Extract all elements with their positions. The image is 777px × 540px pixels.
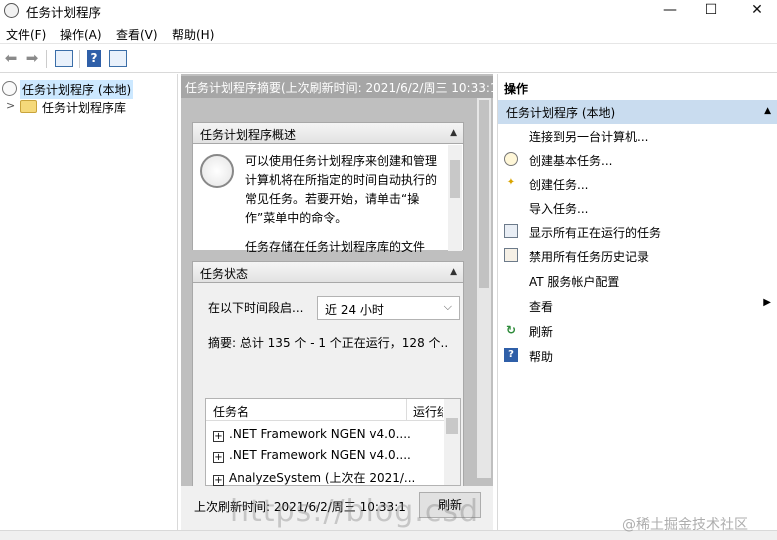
table-row[interactable]: + AnalyzeSystem (上次在 2021/... [213,469,441,486]
watermark-url: https://blog.csd [230,494,480,529]
action-create-task[interactable]: ✦ 创建任务... [498,172,777,196]
maximize-button[interactable]: ☐ [691,0,731,22]
expand-plus-icon[interactable]: + [213,431,224,442]
grid-scrollbar[interactable] [444,399,460,485]
table-row[interactable]: + .NET Framework NGEN v4.0.... [213,427,441,442]
action-refresh[interactable]: ↻ 刷新 [498,319,777,343]
menu-bar: 文件(F) 操作(A) 查看(V) 帮助(H) [0,22,777,44]
action-label: 刷新 [529,325,554,339]
column-header-run-result[interactable]: 运行结 [413,403,443,420]
task-create-icon: ✦ [506,177,516,188]
tree-item-library-label: 任务计划程序库 [42,101,127,115]
forward-arrow-icon[interactable]: ➡ [24,50,40,66]
task-name: AnalyzeSystem (上次在 2021/... [229,471,416,485]
period-label: 在以下时间段启... [208,301,304,315]
overview-scrollbar-thumb[interactable] [450,160,460,198]
task-scheduler-clock-icon [200,154,234,188]
navigation-tree: 任务计划程序 (本地) > 任务计划程序库 [0,74,178,530]
expand-plus-icon[interactable]: + [213,452,224,463]
action-label: 创建任务... [529,178,589,192]
menu-file[interactable]: 文件(F) [6,26,46,43]
task-name: .NET Framework NGEN v4.0.... [229,448,411,462]
grid-scrollbar-thumb[interactable] [446,418,458,434]
tree-item-library[interactable]: > 任务计划程序库 [0,97,178,116]
app-clock-icon [4,3,19,18]
action-label: 查看 [529,300,554,314]
action-connect-computer[interactable]: 连接到另一台计算机... [498,124,777,148]
chevron-down-icon: ⌵ [443,300,452,313]
show-hide-tree-icon[interactable] [55,50,73,67]
folder-icon [20,100,37,113]
action-label: 显示所有正在运行的任务 [529,226,662,240]
clock-create-icon [504,152,518,166]
back-arrow-icon[interactable]: ⬅ [3,50,19,66]
collapse-icon[interactable]: ▲ [450,128,457,138]
period-dropdown[interactable]: 近 24 小时 ⌵ [317,296,460,320]
action-disable-history[interactable]: 禁用所有任务历史记录 [498,244,777,268]
task-name: .NET Framework NGEN v4.0.... [229,427,411,441]
clock-icon [2,81,17,96]
watermark: @稀土掘金技术社区 [622,517,748,533]
collapse-icon[interactable]: ▲ [450,267,457,277]
collapse-icon[interactable]: ▲ [764,106,771,116]
status-section-header[interactable]: 任务状态 ▲ [192,261,464,283]
actions-group-title: 任务计划程序 (本地) [506,106,616,120]
action-create-basic-task[interactable]: 创建基本任务... [498,148,777,172]
table-row[interactable]: + .NET Framework NGEN v4.0.... [213,448,441,463]
action-view[interactable]: 查看 ▶ [498,294,777,318]
overview-section-header[interactable]: 任务计划程序概述 ▲ [192,122,464,144]
minimize-button[interactable]: — [650,0,690,22]
column-divider[interactable] [406,399,407,421]
action-label: 导入任务... [529,202,589,216]
column-header-task-name[interactable]: 任务名 [213,403,249,420]
action-label: 连接到另一台计算机... [529,130,649,144]
action-help[interactable]: ? 帮助 [498,344,777,368]
toolbar: ⬅ ➡ ? [0,45,777,73]
action-label: 创建基本任务... [529,154,613,168]
action-label: AT 服务帐户配置 [529,275,620,289]
action-at-service-config[interactable]: AT 服务帐户配置 [498,269,777,293]
status-section-title: 任务状态 [200,267,249,281]
actions-header: 操作 [504,82,529,96]
menu-help[interactable]: 帮助(H) [172,26,214,43]
submenu-arrow-icon: ▶ [763,297,771,308]
help-icon[interactable]: ? [87,50,101,67]
menu-view[interactable]: 查看(V) [116,26,158,43]
overview-text: 可以使用任务计划程序来创建和管理计算机将在所指定的时间自动执行的常见任务。若要开… [245,154,438,225]
expand-arrow-icon[interactable]: > [6,99,15,112]
action-show-running-tasks[interactable]: 显示所有正在运行的任务 [498,220,777,244]
help-icon: ? [504,348,518,362]
period-value: 近 24 小时 [325,303,384,317]
toolbar-separator [46,50,47,68]
tree-item-root[interactable]: 任务计划程序 (本地) [0,79,178,99]
refresh-icon: ↻ [505,323,517,337]
running-tasks-icon [504,224,518,238]
summary-scrollbar-thumb[interactable] [479,100,489,288]
summary-header: 任务计划程序摘要(上次刷新时间: 2021/6/2/周三 10:33:1 [181,76,493,98]
expand-plus-icon[interactable]: + [213,475,224,486]
action-label: 禁用所有任务历史记录 [529,250,650,264]
status-summary: 摘要: 总计 135 个 - 1 个正在运行，128 个... [208,336,448,350]
action-import-task[interactable]: 导入任务... [498,196,777,220]
show-hide-action-pane-icon[interactable] [109,50,127,67]
window-title: 任务计划程序 [26,5,102,20]
close-button[interactable]: ✕ [737,0,777,22]
actions-group-header[interactable]: 任务计划程序 (本地) ▲ [498,100,777,124]
history-icon [504,248,518,262]
menu-action[interactable]: 操作(A) [60,26,102,43]
overview-text-more: 任务存储在任务计划程序库的文件 [245,240,426,252]
action-label: 帮助 [529,350,554,364]
title-bar: 任务计划程序 — ☐ ✕ [0,0,777,22]
toolbar-separator [79,50,80,68]
overview-section-title: 任务计划程序概述 [200,128,297,142]
